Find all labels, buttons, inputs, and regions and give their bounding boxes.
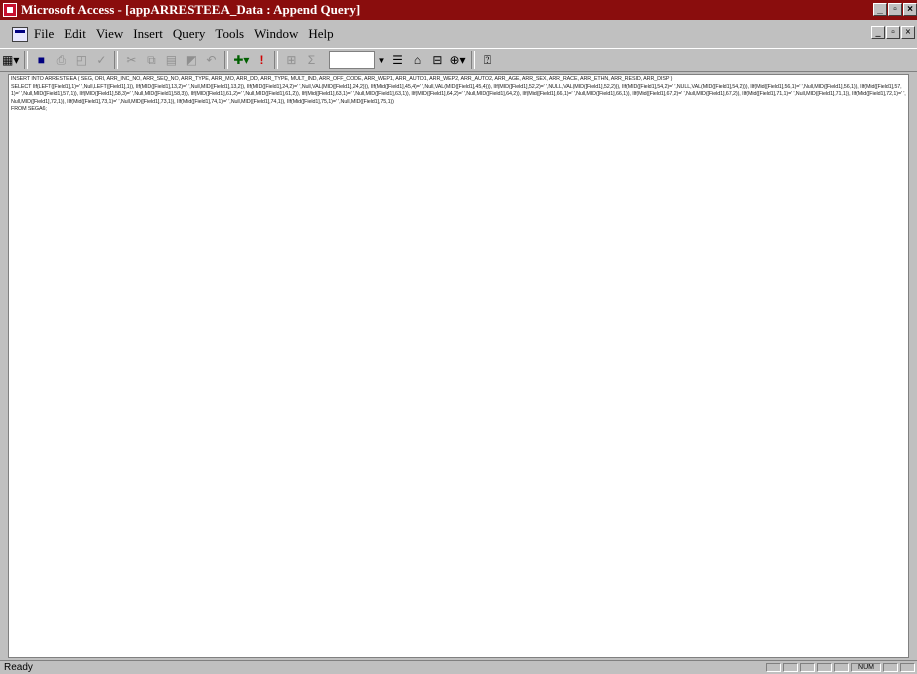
toolbar-separator <box>224 51 229 69</box>
menu-tools[interactable]: Tools <box>215 26 244 42</box>
window-controls: _ ▫ × <box>873 3 917 16</box>
sql-editor[interactable]: INSERT INTO ARRESTEEA ( SEG, ORI, ARR_IN… <box>8 74 909 658</box>
run-icon[interactable]: ! <box>253 51 269 69</box>
help-icon[interactable]: ⍰ <box>480 51 496 69</box>
status-panel <box>883 663 898 672</box>
doc-close-icon[interactable]: × <box>901 26 915 39</box>
toolbar-separator <box>274 51 279 69</box>
database-window-icon[interactable]: ⊟ <box>429 51 445 69</box>
status-panel <box>800 663 815 672</box>
menu-file[interactable]: File <box>34 26 54 42</box>
new-object-icon[interactable]: ⊕▾ <box>449 51 465 69</box>
save-icon[interactable]: ■ <box>33 51 49 69</box>
close-icon[interactable]: × <box>903 3 917 16</box>
document-controls: _ ▫ × <box>871 26 915 39</box>
print-preview-icon[interactable]: ◰ <box>73 51 89 69</box>
query-document-icon[interactable] <box>12 26 28 42</box>
menu-help[interactable]: Help <box>308 26 333 42</box>
menu-window[interactable]: Window <box>254 26 298 42</box>
query-design-toolbar: ▦▾ ■ ⎙ ◰ ✓ ✂ ⧉ ▤ ◩ ↶ ✚▾ ! ⊞ Σ ▼ ☰ ⌂ ⊟ ⊕▾… <box>0 48 917 72</box>
show-table-icon[interactable]: ⊞ <box>283 51 299 69</box>
doc-minimize-icon[interactable]: _ <box>871 26 885 39</box>
print-icon[interactable]: ⎙ <box>53 51 69 69</box>
window-title: Microsoft Access - [appARRESTEEA_Data : … <box>21 2 361 17</box>
paste-icon[interactable]: ▤ <box>163 51 179 69</box>
status-panel <box>766 663 781 672</box>
view-icon[interactable]: ▦▾ <box>2 51 19 69</box>
cut-icon[interactable]: ✂ <box>123 51 139 69</box>
format-painter-icon[interactable]: ◩ <box>183 51 199 69</box>
totals-icon[interactable]: Σ <box>303 51 319 69</box>
toolbar-separator <box>24 51 29 69</box>
status-bar: Ready NUM <box>0 660 917 674</box>
num-lock-indicator: NUM <box>851 663 881 672</box>
toolbar-separator <box>114 51 119 69</box>
properties-icon[interactable]: ☰ <box>389 51 405 69</box>
doc-restore-icon[interactable]: ▫ <box>886 26 900 39</box>
spelling-icon[interactable]: ✓ <box>93 51 109 69</box>
maximize-icon[interactable]: ▫ <box>888 3 902 16</box>
menu-query[interactable]: Query <box>173 26 206 42</box>
status-panel <box>817 663 832 672</box>
top-values-combo[interactable] <box>329 51 376 69</box>
status-panel <box>834 663 849 672</box>
access-app-icon[interactable] <box>3 3 17 17</box>
menu-bar: File Edit View Insert Query Tools Window… <box>0 22 917 46</box>
title-bar[interactable]: Microsoft Access - [appARRESTEEA_Data : … <box>0 0 917 20</box>
status-text: Ready <box>4 662 33 673</box>
menu-view[interactable]: View <box>96 26 123 42</box>
undo-icon[interactable]: ↶ <box>203 51 219 69</box>
menu-edit[interactable]: Edit <box>64 26 86 42</box>
query-type-icon[interactable]: ✚▾ <box>233 51 249 69</box>
minimize-icon[interactable]: _ <box>873 3 887 16</box>
menu-insert[interactable]: Insert <box>133 26 163 42</box>
copy-icon[interactable]: ⧉ <box>143 51 159 69</box>
build-icon[interactable]: ⌂ <box>409 51 425 69</box>
toolbar-separator <box>470 51 475 69</box>
chevron-down-icon[interactable]: ▼ <box>375 52 387 68</box>
status-panel <box>900 663 915 672</box>
status-panel <box>783 663 798 672</box>
